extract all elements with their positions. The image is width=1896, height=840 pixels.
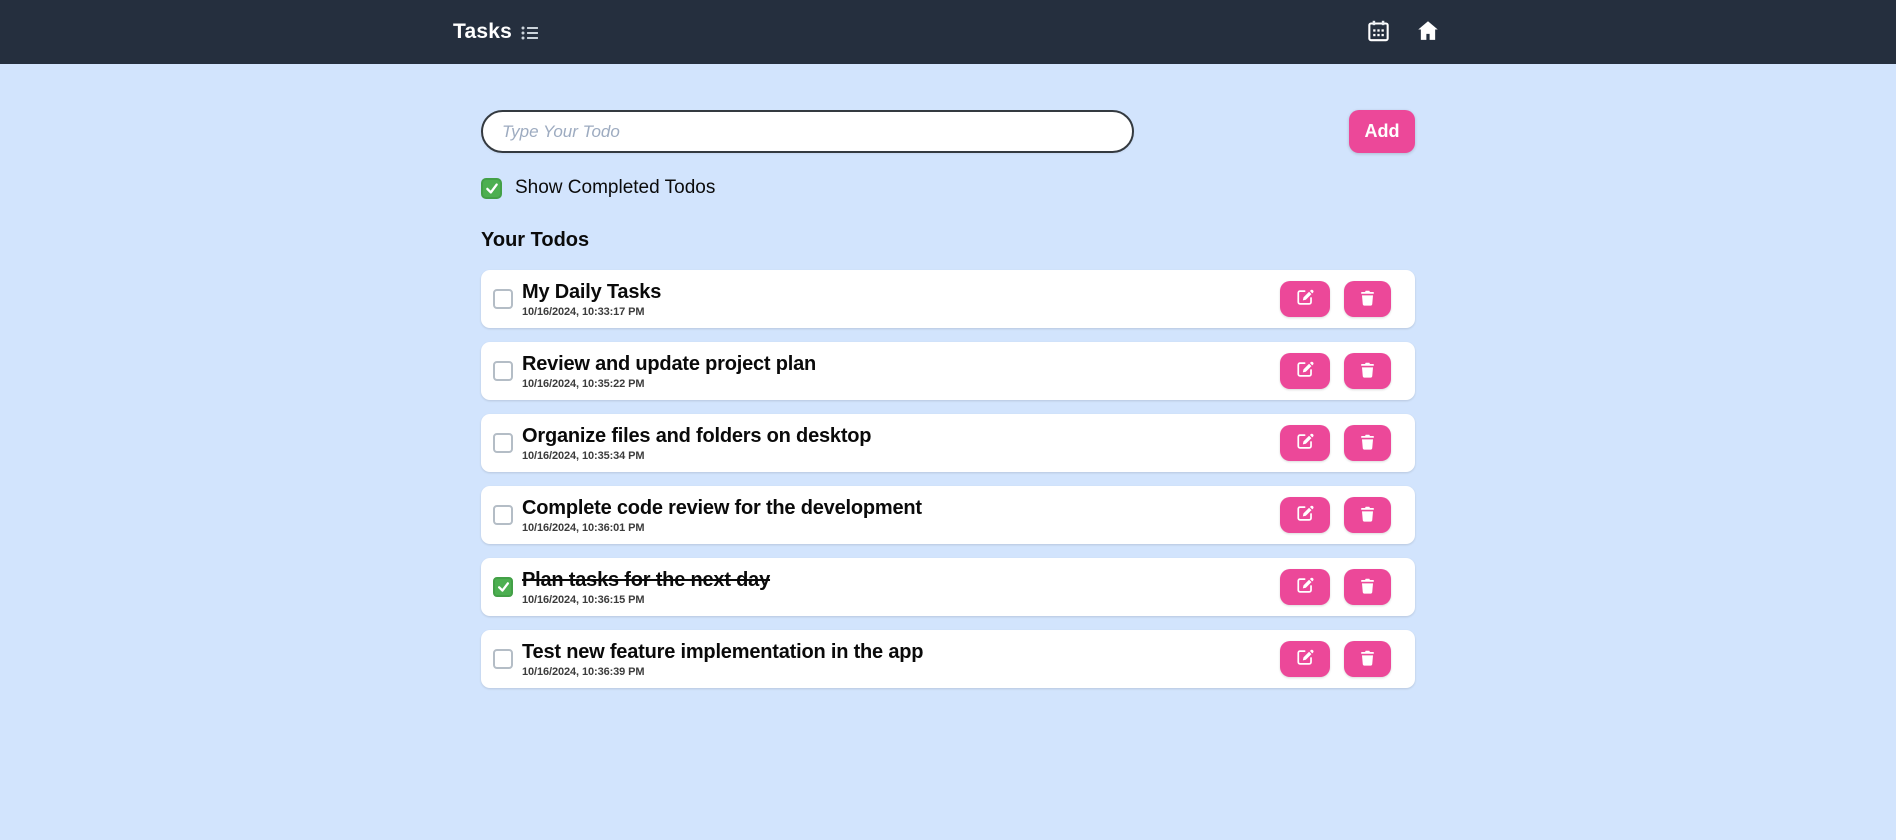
trash-icon bbox=[1360, 362, 1375, 381]
todo-text: Organize files and folders on desktop 10… bbox=[522, 424, 1280, 463]
todo-text: Test new feature implementation in the a… bbox=[522, 640, 1280, 679]
delete-todo-button[interactable] bbox=[1344, 641, 1391, 677]
todo-checkbox[interactable] bbox=[493, 505, 513, 525]
edit-icon bbox=[1296, 649, 1314, 669]
show-completed-checkbox[interactable] bbox=[481, 177, 502, 199]
add-todo-button[interactable]: Add bbox=[1349, 110, 1415, 153]
delete-todo-button[interactable] bbox=[1344, 353, 1391, 389]
delete-todo-button[interactable] bbox=[1344, 497, 1391, 533]
todo-item: My Daily Tasks 10/16/2024, 10:33:17 PM bbox=[481, 270, 1415, 328]
trash-icon bbox=[1360, 578, 1375, 597]
delete-todo-button[interactable] bbox=[1344, 425, 1391, 461]
todo-timestamp: 10/16/2024, 10:35:22 PM bbox=[522, 377, 645, 390]
app-title: Tasks bbox=[453, 20, 512, 43]
todo-title: Plan tasks for the next day bbox=[522, 568, 771, 591]
todo-list-heading: Your Todos bbox=[481, 229, 590, 251]
todo-title: Organize files and folders on desktop bbox=[522, 424, 872, 447]
calendar-days-icon bbox=[1366, 18, 1391, 47]
app-header: Tasks bbox=[0, 0, 1896, 64]
show-completed-label[interactable]: Show Completed Todos bbox=[515, 177, 715, 199]
todo-composer: Add bbox=[481, 110, 1415, 153]
list-ul-icon bbox=[521, 25, 539, 41]
todo-timestamp: 10/16/2024, 10:36:39 PM bbox=[522, 665, 645, 678]
todo-item: Test new feature implementation in the a… bbox=[481, 630, 1415, 688]
todo-actions bbox=[1280, 569, 1391, 605]
todo-checkbox[interactable] bbox=[493, 433, 513, 453]
todo-checkbox[interactable] bbox=[493, 361, 513, 381]
main-content: Add Show Completed Todos Your Todos My D… bbox=[481, 110, 1415, 688]
edit-todo-button[interactable] bbox=[1280, 425, 1330, 461]
todo-item: Complete code review for the development… bbox=[481, 486, 1415, 544]
edit-icon bbox=[1296, 289, 1314, 309]
trash-icon bbox=[1360, 650, 1375, 669]
edit-todo-button[interactable] bbox=[1280, 353, 1330, 389]
header-actions bbox=[1364, 16, 1443, 49]
todo-text: My Daily Tasks 10/16/2024, 10:33:17 PM bbox=[522, 280, 1280, 319]
todo-item: Organize files and folders on desktop 10… bbox=[481, 414, 1415, 472]
todo-actions bbox=[1280, 425, 1391, 461]
todo-title: Complete code review for the development bbox=[522, 496, 922, 519]
app-brand: Tasks bbox=[453, 20, 539, 44]
trash-icon bbox=[1360, 506, 1375, 525]
todo-title: Review and update project plan bbox=[522, 352, 817, 375]
edit-todo-button[interactable] bbox=[1280, 281, 1330, 317]
edit-todo-button[interactable] bbox=[1280, 497, 1330, 533]
home-icon bbox=[1415, 18, 1441, 47]
edit-icon bbox=[1296, 361, 1314, 381]
todo-timestamp: 10/16/2024, 10:36:15 PM bbox=[522, 593, 645, 606]
todo-item: Plan tasks for the next day 10/16/2024, … bbox=[481, 558, 1415, 616]
todo-actions bbox=[1280, 353, 1391, 389]
edit-icon bbox=[1296, 505, 1314, 525]
edit-todo-button[interactable] bbox=[1280, 569, 1330, 605]
delete-todo-button[interactable] bbox=[1344, 569, 1391, 605]
todo-actions bbox=[1280, 641, 1391, 677]
delete-todo-button[interactable] bbox=[1344, 281, 1391, 317]
todo-actions bbox=[1280, 281, 1391, 317]
header-inner: Tasks bbox=[453, 0, 1443, 64]
trash-icon bbox=[1360, 290, 1375, 309]
todo-list: My Daily Tasks 10/16/2024, 10:33:17 PM R… bbox=[481, 270, 1415, 688]
todo-checkbox[interactable] bbox=[493, 289, 513, 309]
edit-icon bbox=[1296, 577, 1314, 597]
todo-text: Plan tasks for the next day 10/16/2024, … bbox=[522, 568, 1280, 607]
todo-checkbox[interactable] bbox=[493, 649, 513, 669]
todo-timestamp: 10/16/2024, 10:36:01 PM bbox=[522, 521, 645, 534]
todo-input[interactable] bbox=[481, 110, 1134, 153]
edit-todo-button[interactable] bbox=[1280, 641, 1330, 677]
home-button[interactable] bbox=[1413, 16, 1443, 49]
todo-title: Test new feature implementation in the a… bbox=[522, 640, 924, 663]
todo-text: Review and update project plan 10/16/202… bbox=[522, 352, 1280, 391]
todo-title: My Daily Tasks bbox=[522, 280, 662, 303]
todo-checkbox[interactable] bbox=[493, 577, 513, 597]
todo-item: Review and update project plan 10/16/202… bbox=[481, 342, 1415, 400]
calendar-button[interactable] bbox=[1364, 16, 1393, 49]
show-completed-row: Show Completed Todos bbox=[481, 177, 1415, 199]
todo-actions bbox=[1280, 497, 1391, 533]
todo-timestamp: 10/16/2024, 10:35:34 PM bbox=[522, 449, 645, 462]
trash-icon bbox=[1360, 434, 1375, 453]
edit-icon bbox=[1296, 433, 1314, 453]
todo-timestamp: 10/16/2024, 10:33:17 PM bbox=[522, 305, 645, 318]
todo-text: Complete code review for the development… bbox=[522, 496, 1280, 535]
